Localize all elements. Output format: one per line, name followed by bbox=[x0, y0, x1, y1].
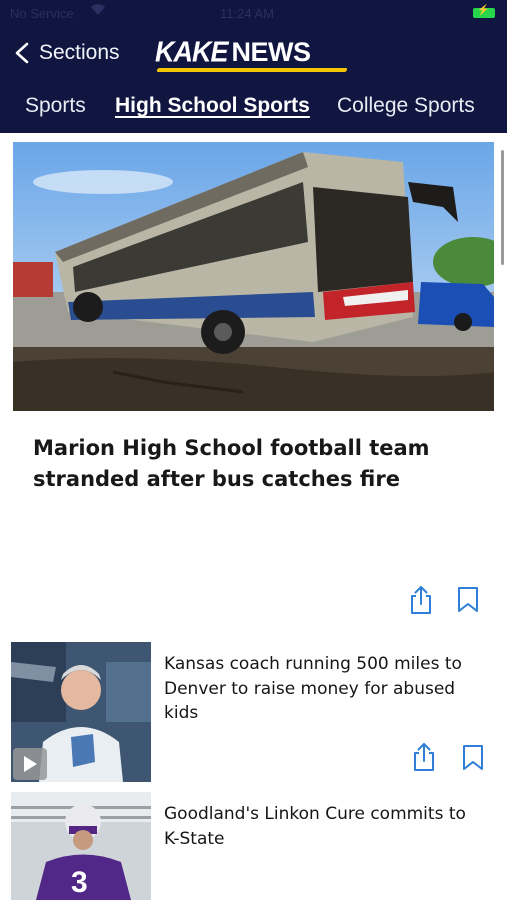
story-thumbnail[interactable] bbox=[11, 642, 151, 782]
back-label: Sections bbox=[39, 41, 120, 64]
share-icon bbox=[411, 586, 431, 614]
tab-sports[interactable]: Sports bbox=[25, 94, 86, 118]
chevron-left-icon bbox=[15, 42, 29, 64]
logo-news: NEWS bbox=[231, 37, 312, 67]
battery-icon: ⚡ bbox=[473, 5, 495, 18]
tab-college-sports[interactable]: College Sports bbox=[337, 94, 475, 118]
kake-news-logo: KAKE NEWS bbox=[155, 34, 348, 72]
app-header: No Service 11:24 AM ⚡ Sections KAKE NEWS… bbox=[0, 0, 507, 133]
back-button[interactable]: Sections bbox=[14, 38, 120, 68]
section-tabs: Sports High School Sports College Sports bbox=[0, 88, 507, 128]
hero-image[interactable] bbox=[13, 142, 494, 411]
svg-text:3: 3 bbox=[71, 866, 88, 899]
logo-kake: KAKE bbox=[155, 36, 229, 68]
bookmark-icon bbox=[463, 745, 483, 770]
bookmark-icon bbox=[458, 587, 478, 612]
bookmark-button[interactable] bbox=[461, 744, 485, 772]
wifi-icon bbox=[90, 3, 106, 20]
tab-high-school-sports[interactable]: High School Sports bbox=[115, 94, 310, 118]
hero-headline[interactable]: Marion High School football team strande… bbox=[33, 433, 473, 495]
status-time: 11:24 AM bbox=[220, 6, 274, 21]
video-badge bbox=[13, 748, 47, 780]
story-thumbnail[interactable]: 3 bbox=[11, 792, 151, 900]
scrollbar[interactable] bbox=[501, 150, 504, 265]
carrier-label: No Service bbox=[10, 6, 74, 21]
story-headline[interactable]: Goodland's Linkon Cure commits to K-Stat… bbox=[164, 802, 484, 851]
logo-swoosh bbox=[156, 68, 348, 72]
status-bar: No Service 11:24 AM ⚡ bbox=[0, 0, 507, 28]
share-button[interactable] bbox=[410, 742, 438, 772]
bookmark-button[interactable] bbox=[456, 586, 480, 614]
share-button[interactable] bbox=[407, 585, 435, 615]
story-headline[interactable]: Kansas coach running 500 miles to Denver… bbox=[164, 652, 484, 726]
play-icon bbox=[24, 756, 37, 772]
share-icon bbox=[414, 743, 434, 771]
